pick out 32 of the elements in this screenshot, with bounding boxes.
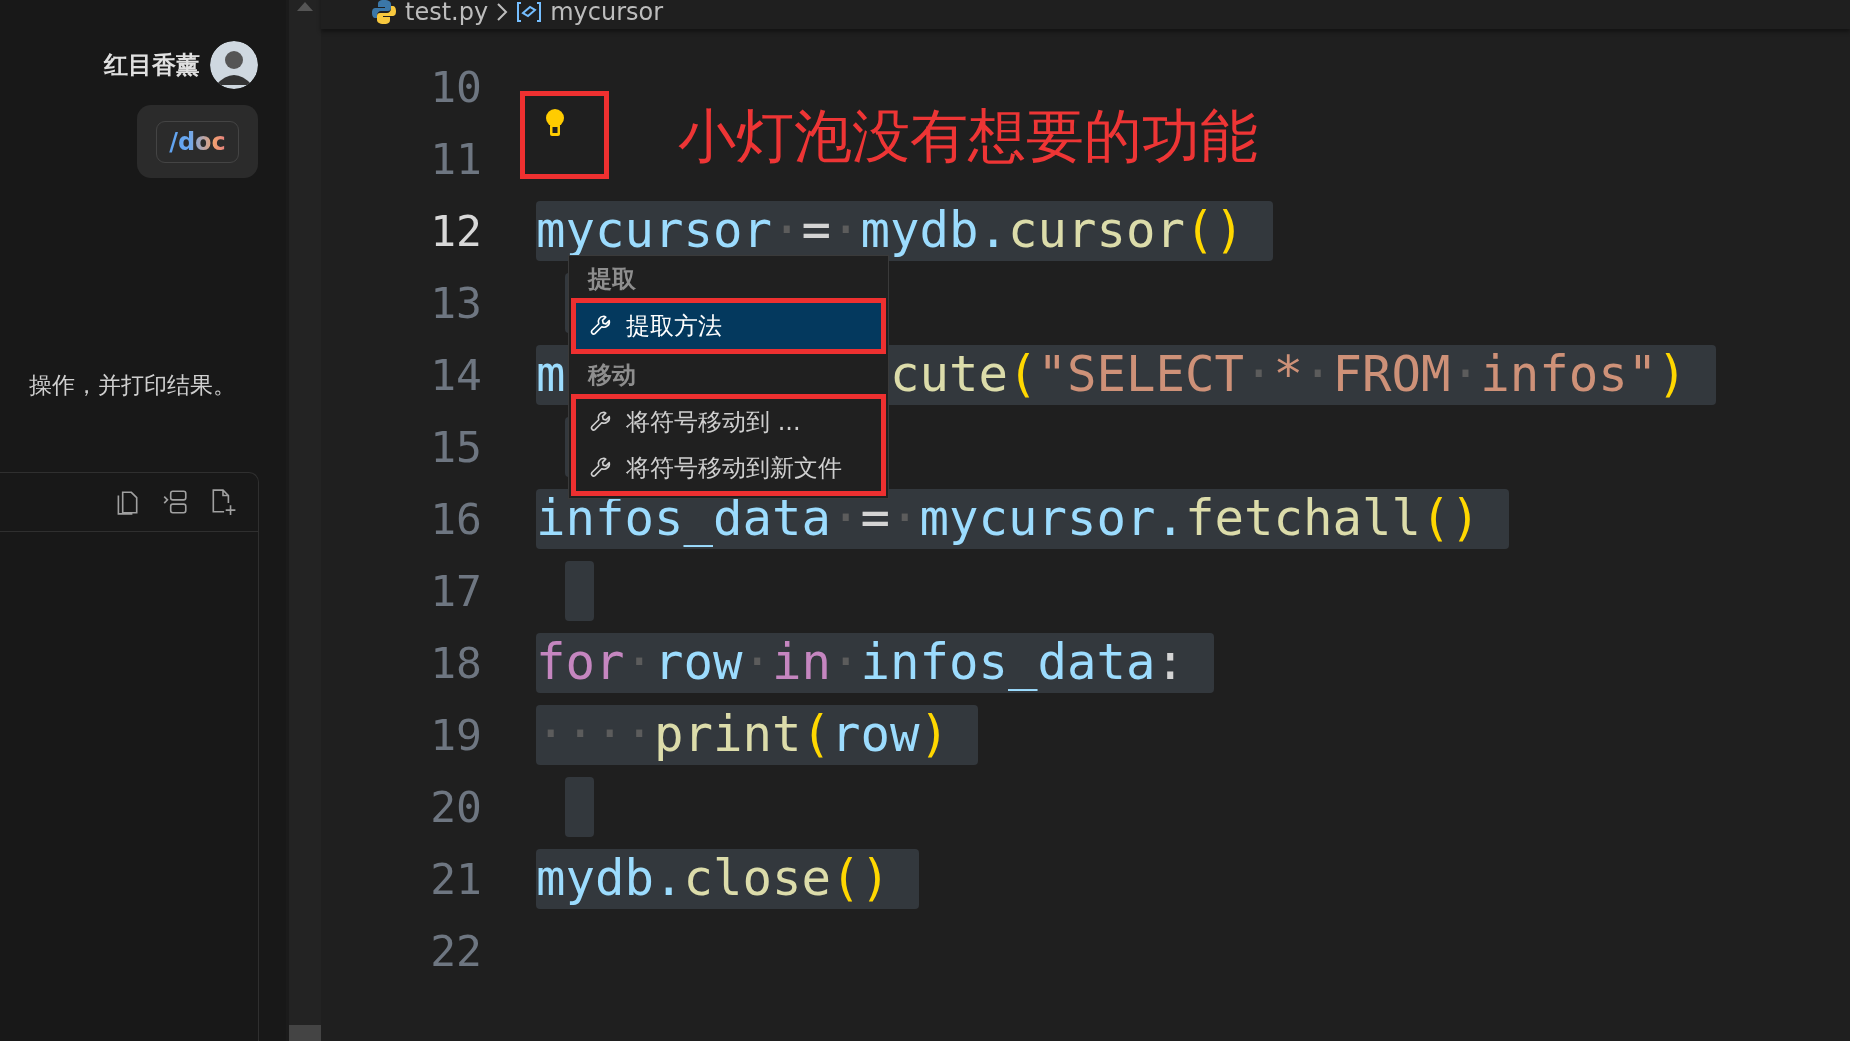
breadcrumb-symbol[interactable]: mycursor [550, 0, 664, 26]
new-file-icon[interactable] [210, 488, 236, 516]
line-number: 22 [429, 926, 482, 976]
line-number: 18 [429, 638, 482, 688]
menu-group-header: 提取 [586, 264, 637, 295]
line-number: 11 [429, 134, 482, 184]
line-number: 13 [429, 278, 482, 328]
line-number: 17 [429, 566, 482, 616]
menu-item[interactable]: 提取方法 [576, 303, 881, 349]
breadcrumb-file[interactable]: test.py [405, 0, 489, 26]
line-number: 15 [429, 422, 482, 472]
chevron-right-icon [496, 1, 509, 22]
line-number: 14 [429, 350, 482, 400]
line-number: 20 [429, 782, 482, 832]
annotation-text: 小灯泡没有想要的功能 [678, 101, 1258, 172]
scrollbar-thumb[interactable] [289, 1025, 321, 1041]
message-text: 操作，并打印结果。 [29, 371, 236, 400]
line-number: 16 [429, 494, 482, 544]
line-number: 12 [429, 206, 482, 256]
user-name: 红目香薰 [104, 50, 200, 81]
insert-icon[interactable] [162, 488, 188, 516]
command-chip: /doc [156, 120, 239, 163]
lightbulb-icon[interactable] [544, 108, 566, 138]
avatar [210, 41, 258, 89]
python-icon [371, 0, 397, 25]
menu-item[interactable]: 将符号移动到新文件 [576, 445, 881, 491]
scrollbar[interactable] [289, 0, 321, 1041]
menu-group-header: 移动 [586, 360, 637, 391]
line-number: 10 [429, 62, 482, 112]
line-number: 21 [429, 854, 482, 904]
line-number: 19 [429, 710, 482, 760]
variable-icon [516, 0, 543, 24]
